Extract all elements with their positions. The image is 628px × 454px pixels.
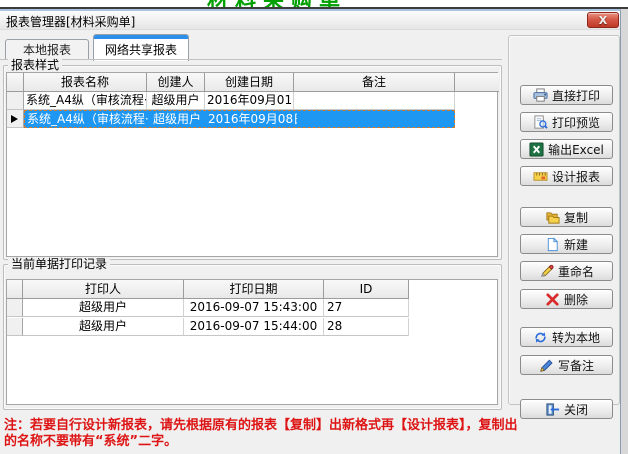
- column-header-print-id[interactable]: ID: [324, 280, 409, 299]
- export-excel-label: 输出Excel: [548, 141, 604, 158]
- print-preview-icon: [533, 115, 548, 130]
- report-row-name[interactable]: 系统_A4纵（审核流程·: [24, 92, 147, 110]
- copy-label: 复制: [564, 209, 588, 226]
- screen: 材料采购单 报表管理器[材料采购单] X 本地报表 网络共享报表 报表样式 报表…: [0, 0, 628, 454]
- delete-label: 删除: [564, 291, 588, 308]
- column-header-print-user[interactable]: 打印人: [23, 280, 184, 299]
- column-header-creator[interactable]: 创建人: [147, 73, 205, 92]
- print-preview-button[interactable]: 打印预览: [520, 112, 613, 132]
- print-records-grid: 打印人 打印日期 ID 超级用户 2016-09-07 15:43:00 27 …: [6, 279, 498, 405]
- title-bar[interactable]: 报表管理器[材料采购单] X: [0, 11, 620, 30]
- rename-button[interactable]: 重命名: [520, 261, 613, 281]
- delete-button[interactable]: 删除: [520, 289, 613, 309]
- print-records-group-label: 当前单据打印记录: [8, 257, 110, 271]
- report-row-note[interactable]: [294, 92, 455, 110]
- tab-network-shared-reports[interactable]: 网络共享报表: [93, 34, 189, 61]
- write-note-pencil-icon: [539, 358, 554, 373]
- row-selector-header: [7, 280, 23, 299]
- column-header-create-date[interactable]: 创建日期: [205, 73, 294, 92]
- close-dialog-label: 关闭: [564, 401, 588, 418]
- direct-print-label: 直接打印: [552, 87, 600, 104]
- report-row-creator: 超级用户: [148, 111, 206, 127]
- tab-network-shared-label: 网络共享报表: [94, 38, 188, 61]
- current-row-arrow-icon: [11, 115, 18, 123]
- column-header-note[interactable]: 备注: [294, 73, 455, 92]
- report-manager-dialog: 报表管理器[材料采购单] X 本地报表 网络共享报表 报表样式 报表名称 创建人…: [0, 9, 621, 454]
- tabs-underline: [0, 59, 502, 60]
- report-row-date[interactable]: 2016年09月01日: [205, 92, 294, 110]
- column-header-report-name[interactable]: 报表名称: [24, 73, 147, 92]
- row-selector-header: [7, 73, 24, 92]
- convert-arrows-icon: [533, 330, 548, 345]
- ruler-icon: [533, 169, 548, 184]
- column-header-print-date[interactable]: 打印日期: [184, 280, 324, 299]
- row-selector-cell[interactable]: [7, 299, 23, 317]
- rename-pencil-icon: [539, 264, 554, 279]
- print-row-id[interactable]: 28: [324, 318, 409, 336]
- report-row-creator[interactable]: 超级用户: [147, 92, 205, 110]
- report-row-date: 2016年09月08日: [208, 111, 297, 127]
- new-document-icon: [545, 237, 560, 252]
- note-line-2: 的名称不要带有“系统”二字。: [4, 430, 177, 449]
- direct-print-button[interactable]: 直接打印: [520, 85, 613, 105]
- print-row-user[interactable]: 超级用户: [23, 318, 184, 336]
- rename-label: 重命名: [558, 263, 594, 280]
- exit-door-icon: [545, 402, 560, 417]
- row-selector-cell-current[interactable]: [7, 110, 24, 128]
- copy-button[interactable]: 复制: [520, 207, 613, 227]
- copy-icon: [545, 210, 560, 225]
- report-row-name: 系统_A4纵（审核流程·: [27, 111, 148, 127]
- print-row-date[interactable]: 2016-09-07 15:44:00: [184, 318, 324, 336]
- write-note-label: 写备注: [558, 357, 594, 374]
- delete-x-icon: [545, 292, 560, 307]
- close-dialog-button[interactable]: 关闭: [520, 399, 613, 419]
- print-row-user[interactable]: 超级用户: [23, 299, 184, 317]
- report-styles-group-label: 报表样式: [8, 58, 62, 72]
- print-row-date[interactable]: 2016-09-07 15:43:00: [184, 299, 324, 317]
- report-row-selected[interactable]: 系统_A4纵（审核流程· 超级用户 2016年09月08日: [24, 110, 455, 128]
- row-selector-cell[interactable]: [7, 318, 23, 336]
- tab-local-reports[interactable]: 本地报表: [5, 39, 89, 60]
- column-header-filler: [455, 73, 499, 92]
- to-local-button[interactable]: 转为本地: [520, 327, 613, 347]
- design-report-label: 设计报表: [552, 168, 600, 185]
- design-report-button[interactable]: 设计报表: [520, 166, 613, 186]
- export-excel-button[interactable]: 输出Excel: [520, 139, 613, 159]
- actions-panel: 直接打印 打印预览 输出Excel: [508, 35, 620, 405]
- background-window-title: 材料采购单: [207, 0, 347, 7]
- printer-icon: [533, 88, 548, 103]
- close-icon: X: [599, 15, 607, 26]
- row-selector-cell[interactable]: [7, 92, 24, 110]
- close-button[interactable]: X: [587, 12, 619, 28]
- new-label: 新建: [564, 236, 588, 253]
- print-row-id[interactable]: 27: [324, 299, 409, 317]
- new-button[interactable]: 新建: [520, 234, 613, 254]
- background-window-strip: 材料采购单: [0, 0, 628, 7]
- report-styles-grid: 报表名称 创建人 创建日期 备注 系统_A4纵（审核流程· 超级用户 2016年…: [6, 72, 498, 257]
- write-note-button[interactable]: 写备注: [520, 355, 613, 375]
- dialog-title: 报表管理器[材料采购单]: [6, 13, 135, 30]
- excel-icon: [529, 142, 544, 157]
- to-local-label: 转为本地: [552, 329, 600, 346]
- print-preview-label: 打印预览: [552, 114, 600, 131]
